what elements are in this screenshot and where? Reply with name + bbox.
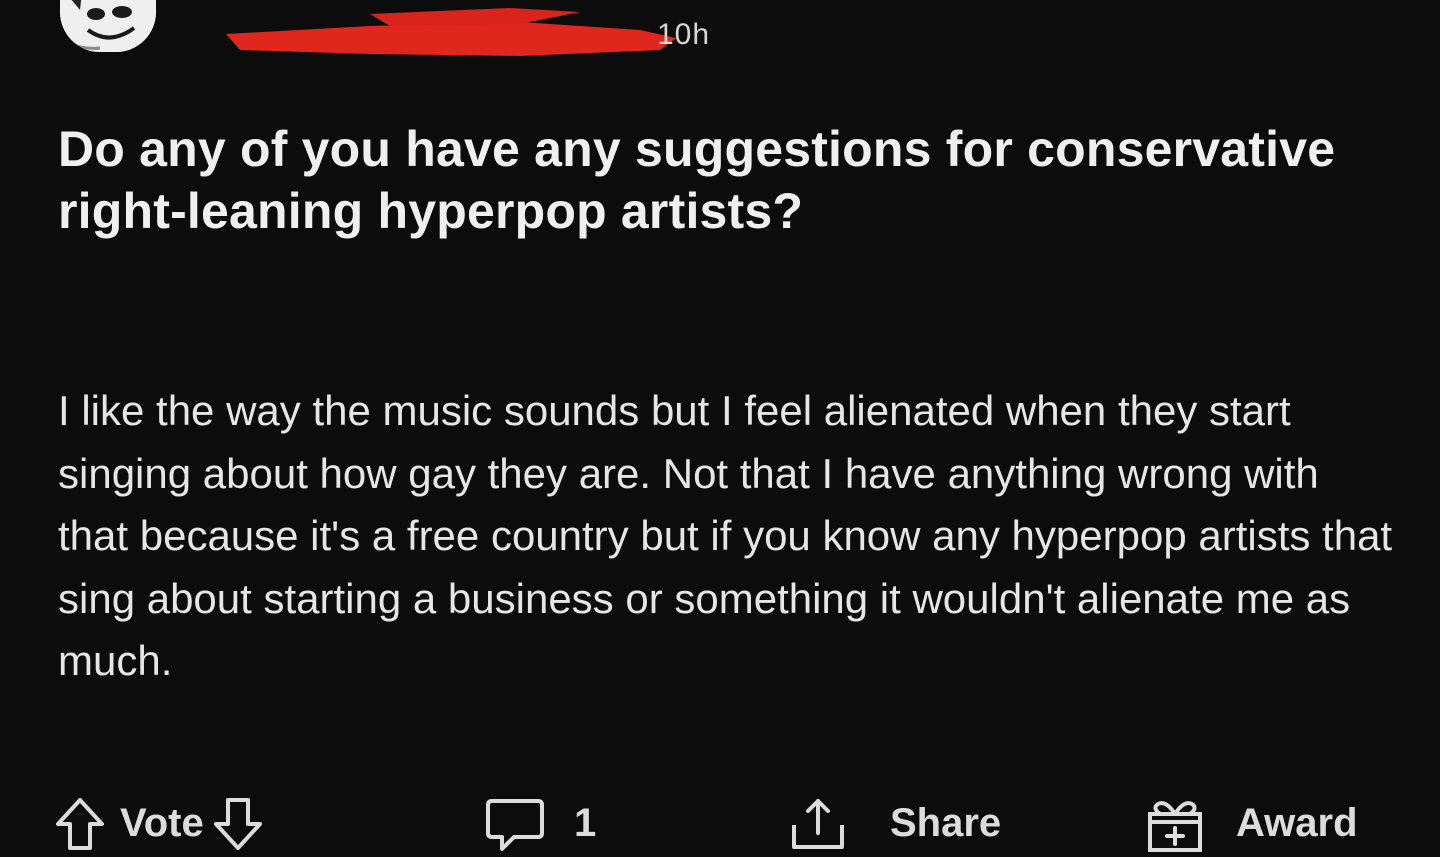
post-timestamp: 10h — [657, 18, 711, 51]
share-icon — [792, 798, 844, 849]
post-body: I like the way the music sounds but I fe… — [58, 387, 1393, 684]
avatar[interactable] — [60, 0, 156, 52]
vote-label: Vote — [120, 801, 204, 845]
comment-count: 1 — [574, 801, 597, 845]
post-header: 10h — [60, 0, 760, 70]
upvote-icon[interactable] — [54, 796, 106, 852]
avatar-face-icon — [60, 0, 156, 52]
share-label: Share — [890, 801, 1002, 845]
award-label: Award — [1236, 801, 1358, 845]
username-redaction — [226, 8, 676, 56]
action-bar: Vote 1 Share Award — [0, 790, 1440, 857]
award-icon — [1148, 800, 1202, 852]
post-title[interactable]: Do any of you have any suggestions for c… — [58, 118, 1378, 242]
post-card: 10h Do any of you have any suggestions f… — [0, 0, 1440, 857]
comment-icon — [486, 798, 544, 851]
downvote-icon[interactable] — [212, 796, 264, 852]
vote-group: Vote — [54, 790, 264, 857]
share-button[interactable]: Share — [788, 790, 1001, 857]
comment-button[interactable]: 1 — [484, 790, 596, 857]
award-button[interactable]: Award — [1144, 790, 1358, 857]
